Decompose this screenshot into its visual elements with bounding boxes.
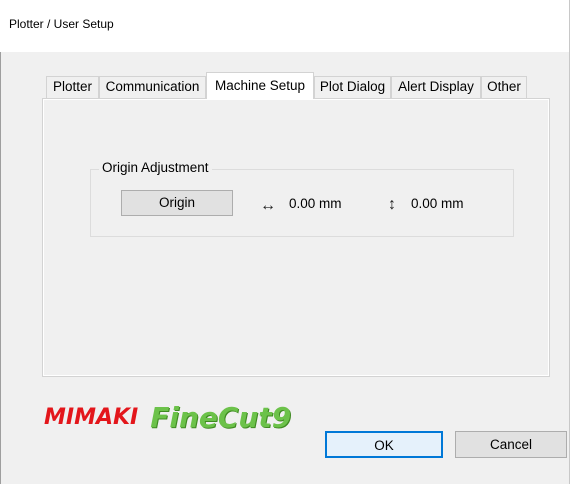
panel-background: Origin Adjustment Origin ↔ 0.00 mm ↕ 0.0… bbox=[44, 100, 548, 375]
tab-communication[interactable]: Communication bbox=[99, 76, 206, 98]
tab-plot-dialog[interactable]: Plot Dialog bbox=[314, 76, 391, 98]
vertical-offset-value: 0.00 mm bbox=[411, 196, 464, 211]
tab-machine-setup[interactable]: Machine Setup bbox=[206, 72, 314, 99]
tab-other[interactable]: Other bbox=[481, 76, 527, 98]
cancel-button[interactable]: Cancel bbox=[455, 431, 567, 458]
tab-plotter[interactable]: Plotter bbox=[46, 76, 99, 98]
left-right-arrow-icon: ↔ bbox=[260, 197, 276, 214]
mimaki-logo: MIMAKI bbox=[44, 404, 139, 430]
plotter-user-setup-dialog: Plotter / User Setup Plotter Communicati… bbox=[0, 0, 570, 484]
finecut-logo: FineCut9 bbox=[150, 400, 292, 434]
origin-adjustment-legend: Origin Adjustment bbox=[99, 160, 212, 175]
title-bar[interactable]: Plotter / User Setup bbox=[0, 0, 569, 52]
horizontal-offset-value: 0.00 mm bbox=[289, 196, 342, 211]
tab-alert-display[interactable]: Alert Display bbox=[391, 76, 481, 98]
window-border bbox=[0, 52, 1, 484]
machine-setup-panel: Origin Adjustment Origin ↔ 0.00 mm ↕ 0.0… bbox=[42, 98, 550, 377]
origin-button[interactable]: Origin bbox=[121, 190, 233, 216]
ok-button[interactable]: OK bbox=[325, 431, 443, 458]
brand-logo: MIMAKI FineCut9 bbox=[44, 400, 291, 434]
window-title: Plotter / User Setup bbox=[9, 17, 114, 31]
origin-adjustment-group: Origin Adjustment Origin ↔ 0.00 mm ↕ 0.0… bbox=[90, 160, 514, 237]
up-down-arrow-icon: ↕ bbox=[388, 196, 396, 213]
